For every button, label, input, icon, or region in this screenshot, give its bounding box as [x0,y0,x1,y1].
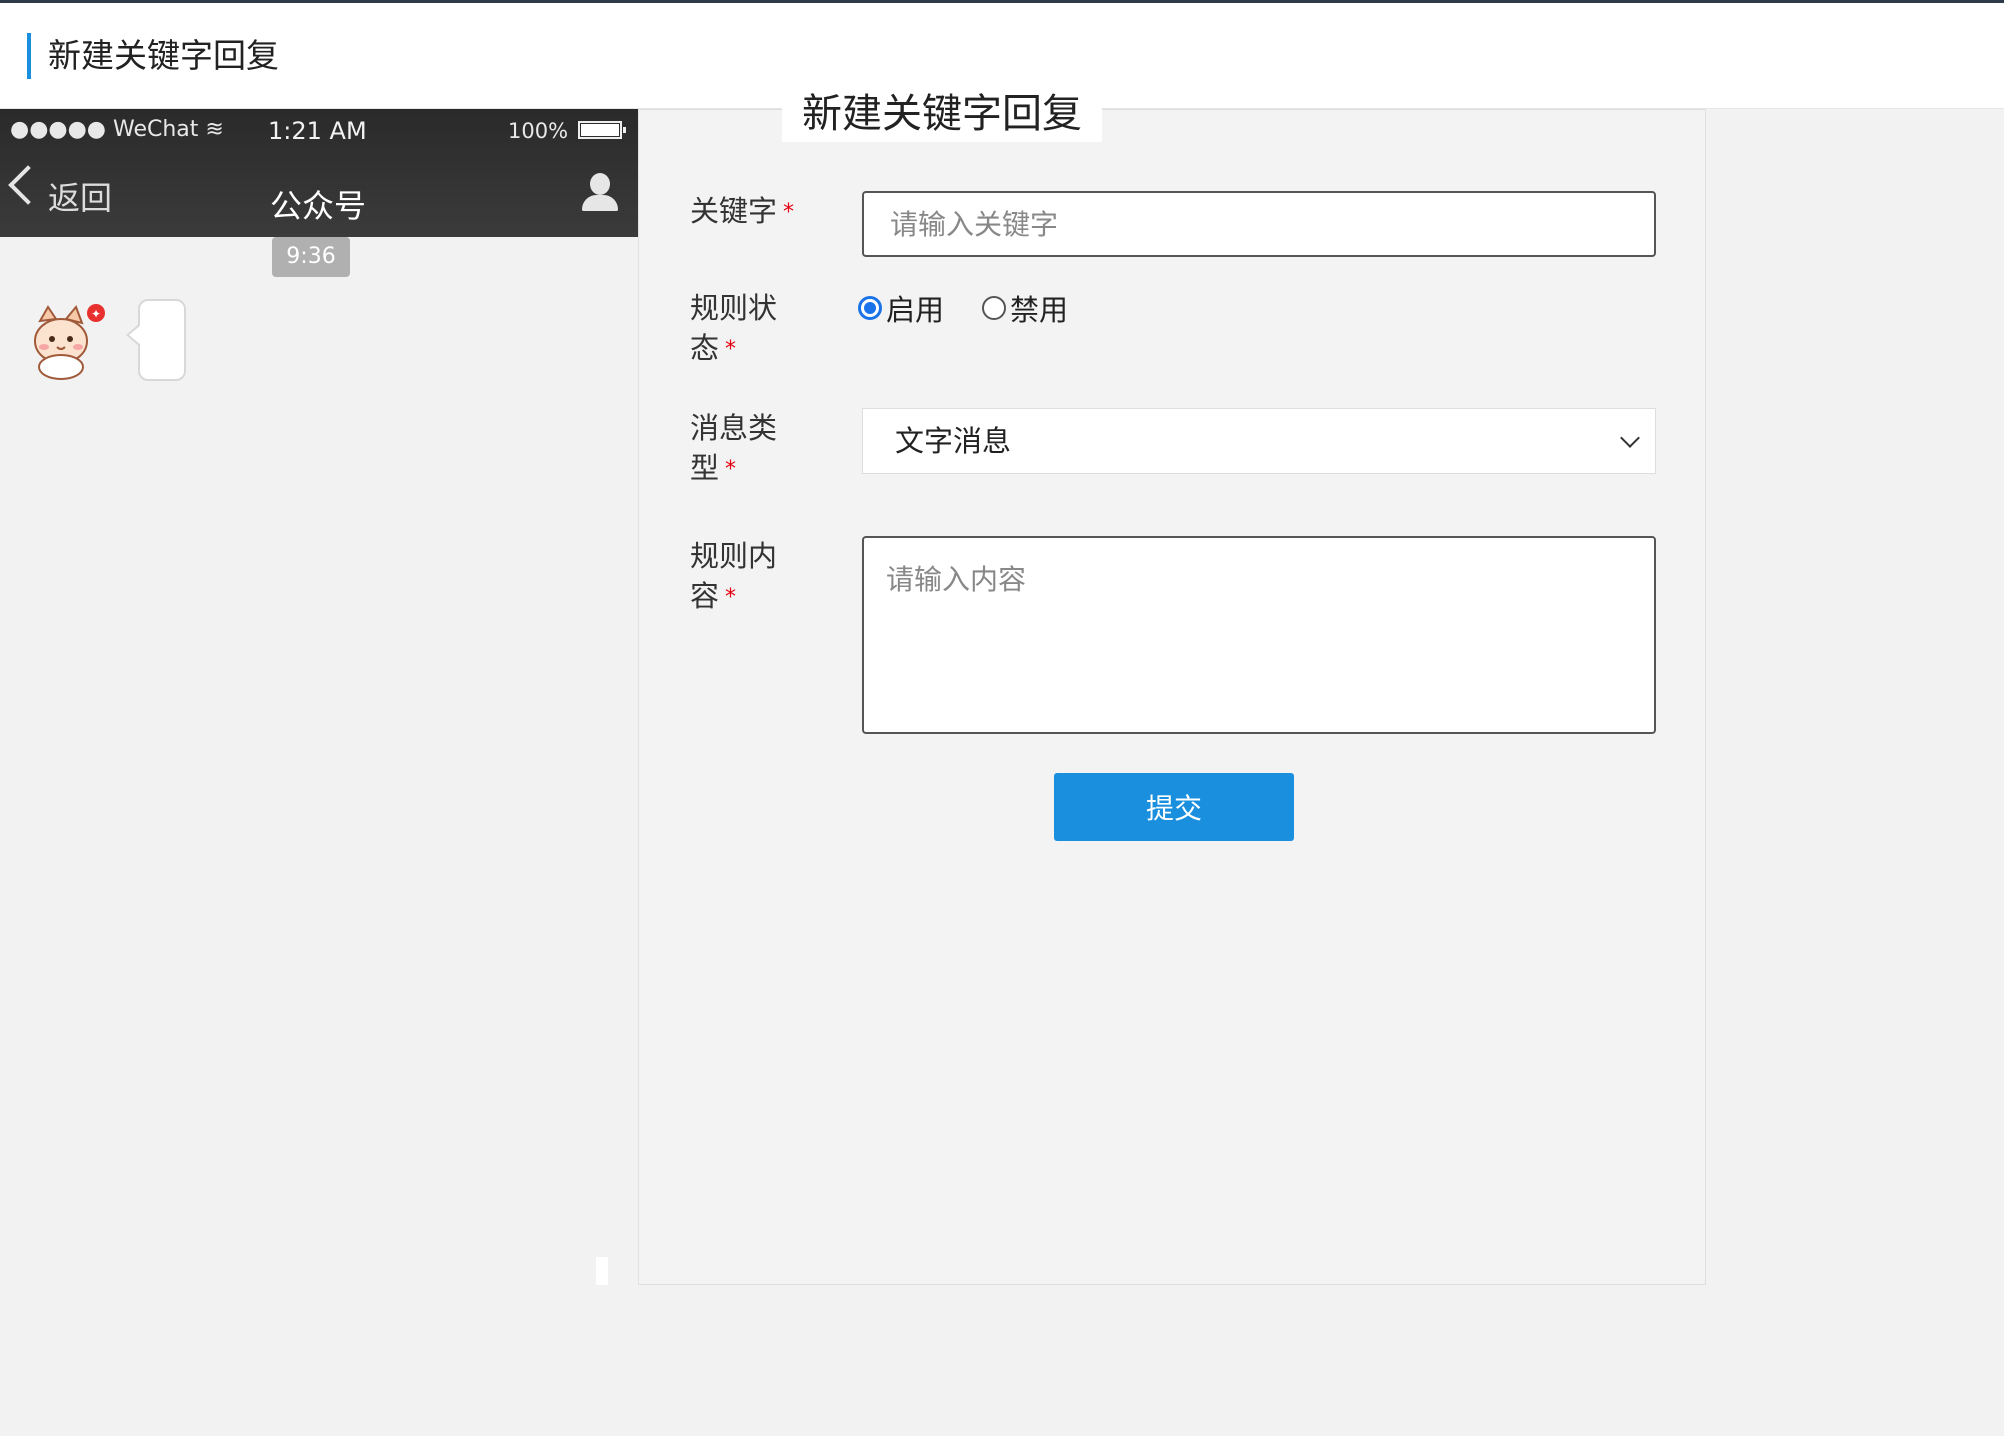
radio-disabled-circle[interactable] [982,296,1007,320]
radio-disabled-label[interactable]: 禁用 [1010,287,1068,329]
svg-text:✦: ✦ [91,307,101,321]
content-label: 规则内 容 * [690,536,777,618]
status-radio-group: 启用 禁用 [858,288,1106,328]
status-label: 规则状 态 * [690,288,777,370]
chevron-down-icon [1620,428,1640,448]
keyword-label-text: 关键字 [690,194,778,228]
phone-top-bar: ●●●●● WeChat ≋ 1:21 AM 100% 返回 公众号 [0,109,638,237]
person-icon[interactable] [578,173,622,215]
message-type-label-line2: 型 [690,451,720,485]
account-avatar: ✦ [28,301,108,381]
keyword-input[interactable] [862,191,1656,257]
battery-icon [578,121,626,139]
message-type-label-line1: 消息类 [690,411,778,445]
account-name: 公众号 [270,187,367,225]
back-button[interactable]: 返回 [48,173,112,219]
message-time-chip: 9:36 [272,237,350,277]
carrier-label: ●●●●● WeChat [10,117,206,142]
content-textarea[interactable] [862,536,1656,734]
status-battery-percent: 100% [508,119,569,143]
status-label-line2: 态 [690,331,720,365]
content-label-line1: 规则内 [690,539,778,573]
wifi-icon: ≋ [205,117,224,142]
keyword-label: 关键字 * [690,191,794,233]
required-mark: * [725,585,737,610]
radio-enabled-circle[interactable] [858,296,882,320]
submit-button[interactable]: 提交 [1054,773,1294,841]
message-type-select[interactable]: 文字消息 [862,408,1656,474]
page-title: 新建关键字回复 [48,36,279,75]
required-mark: * [725,457,737,482]
form-legend: 新建关键字回复 [782,86,1102,142]
status-label-line1: 规则状 [690,291,778,325]
cat-avatar-icon: ✦ [34,304,105,380]
radio-enabled-label[interactable]: 启用 [886,287,944,329]
message-bubble [126,299,186,381]
content-label-line2: 容 [690,579,720,613]
required-mark: * [725,337,737,362]
scrollbar-thumb[interactable] [596,1257,608,1285]
message-type-label: 消息类 型 * [690,408,777,490]
radio-disabled[interactable]: 禁用 [982,287,1068,329]
back-chevron-icon[interactable] [8,165,48,205]
phone-preview: ●●●●● WeChat ≋ 1:21 AM 100% 返回 公众号 9:36 … [0,109,638,1286]
status-carrier: ●●●●● WeChat ≋ [10,117,224,142]
status-time: 1:21 AM [268,117,367,145]
header-accent-bar [27,33,31,79]
required-mark: * [783,200,795,225]
radio-enabled[interactable]: 启用 [858,287,944,329]
message-type-value: 文字消息 [895,424,1012,458]
